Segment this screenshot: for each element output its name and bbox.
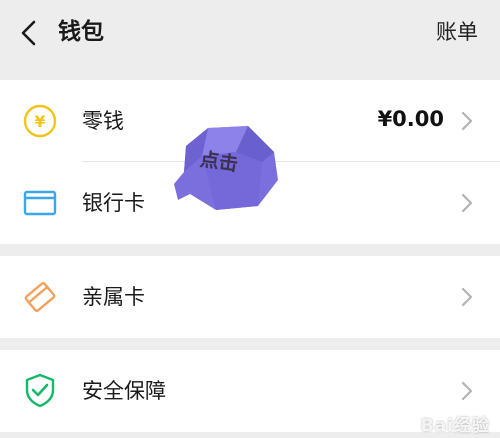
header-bar: 钱包 账单 — [0, 0, 500, 76]
row-security-label: 安全保障 — [82, 379, 166, 403]
row-change-value: ¥0.00 — [377, 107, 444, 131]
svg-text:¥: ¥ — [34, 112, 45, 131]
click-hint-text: 点击 — [198, 148, 240, 176]
chevron-right-icon — [461, 287, 473, 307]
row-family-card-label: 亲属卡 — [82, 285, 145, 309]
chevron-right-icon — [461, 193, 473, 213]
row-change-label: 零钱 — [82, 109, 124, 133]
row-family-card[interactable]: 亲属卡 — [0, 256, 500, 338]
wallet-section-family: 亲属卡 — [0, 256, 500, 338]
family-card-icon — [24, 282, 56, 312]
yen-coin-icon: ¥ — [23, 104, 57, 138]
baidu-watermark: Bai经验 — [420, 416, 490, 436]
back-arrow-icon[interactable] — [14, 18, 44, 48]
shield-check-icon — [25, 373, 55, 408]
page-title: 钱包 — [58, 19, 104, 45]
chevron-right-icon — [461, 381, 473, 401]
chevron-right-icon — [461, 111, 473, 131]
bank-card-icon — [23, 190, 57, 216]
row-bank-card-label: 银行卡 — [82, 191, 145, 215]
bill-link[interactable]: 账单 — [436, 16, 478, 48]
